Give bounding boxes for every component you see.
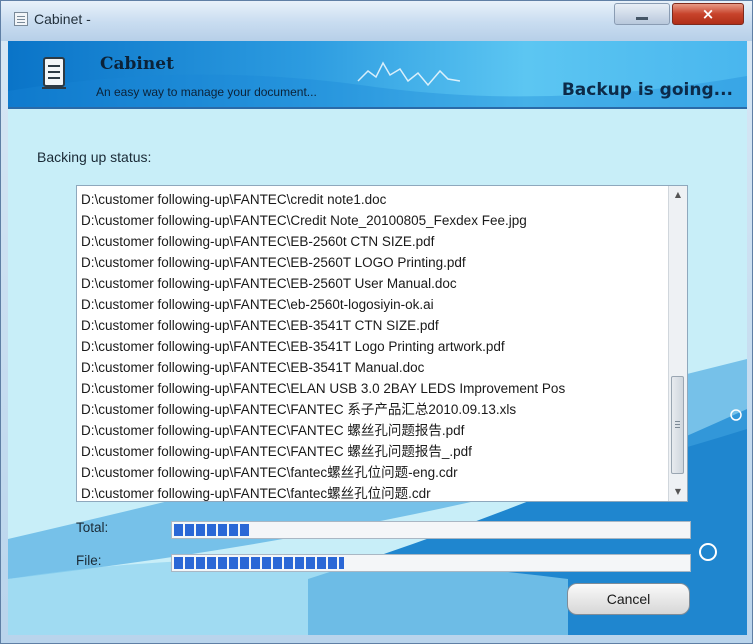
list-item[interactable]: D:\customer following-up\FANTEC\credit n…: [79, 189, 669, 210]
file-progress-bar: [171, 554, 691, 572]
backup-status-text: Backup is going...: [561, 80, 733, 100]
arrow-down-icon[interactable]: ▼: [669, 483, 687, 501]
file-progress-label: File:: [76, 553, 102, 568]
arrow-up-icon[interactable]: ▲: [669, 186, 687, 204]
file-list-scrollbar[interactable]: ▲ ▼: [668, 186, 687, 501]
header-banner: Cabinet An easy way to manage your docum…: [8, 41, 747, 109]
cancel-button[interactable]: Cancel: [567, 583, 690, 615]
list-item[interactable]: D:\customer following-up\FANTEC\Credit N…: [79, 210, 669, 231]
list-item[interactable]: D:\customer following-up\FANTEC\EB-2560T…: [79, 252, 669, 273]
list-item[interactable]: D:\customer following-up\FANTEC\FANTEC 系…: [79, 399, 669, 420]
title-bar[interactable]: Cabinet - ×: [1, 1, 752, 41]
list-item[interactable]: D:\customer following-up\FANTEC\EB-3541T…: [79, 336, 669, 357]
total-progress-fill: [174, 524, 251, 536]
app-name: Cabinet: [100, 54, 174, 74]
list-item[interactable]: D:\customer following-up\FANTEC\eb-2560t…: [79, 294, 669, 315]
content-panel: Backing up status: D:\customer following…: [8, 109, 747, 635]
backup-window: Cabinet - × Cabinet An easy way to manag…: [0, 0, 753, 644]
minimize-button[interactable]: [614, 3, 670, 25]
scrollbar-thumb[interactable]: [671, 376, 684, 474]
list-item[interactable]: D:\customer following-up\FANTEC\fantec螺丝…: [79, 483, 669, 501]
total-progress-bar: [171, 521, 691, 539]
list-item[interactable]: D:\customer following-up\FANTEC\EB-2560T…: [79, 273, 669, 294]
list-item[interactable]: D:\customer following-up\FANTEC\EB-3541T…: [79, 357, 669, 378]
backup-file-list[interactable]: D:\customer following-up\FANTEC\credit n…: [76, 185, 688, 502]
list-item[interactable]: D:\customer following-up\FANTEC\FANTEC 螺…: [79, 441, 669, 462]
app-subtitle: An easy way to manage your document...: [96, 85, 317, 99]
file-progress-fill: [174, 557, 344, 569]
close-button[interactable]: ×: [672, 3, 744, 25]
window-title: Cabinet -: [34, 11, 91, 27]
list-item[interactable]: D:\customer following-up\FANTEC\FANTEC 螺…: [79, 420, 669, 441]
list-item[interactable]: D:\customer following-up\FANTEC\ELAN USB…: [79, 378, 669, 399]
total-progress-label: Total:: [76, 520, 109, 535]
list-item[interactable]: D:\customer following-up\FANTEC\fantec螺丝…: [79, 462, 669, 483]
app-icon: [14, 12, 28, 26]
list-item[interactable]: D:\customer following-up\FANTEC\EB-3541T…: [79, 315, 669, 336]
cabinet-icon: [42, 57, 66, 89]
list-item[interactable]: D:\customer following-up\FANTEC\EB-2560t…: [79, 231, 669, 252]
backup-status-label: Backing up status:: [37, 149, 152, 165]
